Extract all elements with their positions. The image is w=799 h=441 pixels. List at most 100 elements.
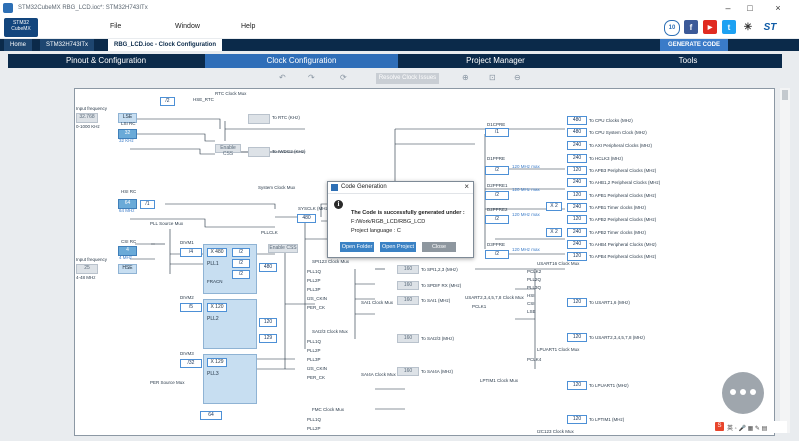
hse-rtc-divider[interactable]: /2 (160, 97, 175, 106)
scrollbar-thumb[interactable] (782, 90, 788, 100)
ime-status: 英 ◦ 🎤 ▦ ✎ ▤ (727, 426, 768, 432)
divm1-selector[interactable]: /4 (180, 248, 202, 257)
pll1q-src-1: PLL1Q (307, 269, 322, 274)
enable-css-button-1[interactable]: Enable CSS (215, 144, 241, 157)
usart2-output: 120 (567, 333, 587, 342)
network-icon[interactable]: ✳ (741, 20, 755, 34)
menu-window[interactable]: Window (175, 23, 200, 30)
divm3-selector[interactable]: /32 (180, 359, 202, 368)
breadcrumb-file[interactable]: RBG_LCD.ioc - Clock Configuration (108, 39, 222, 51)
dialog-close-button[interactable]: Close (422, 242, 456, 252)
anniversary-badge-icon[interactable]: 10 (664, 20, 680, 36)
minimize-button[interactable]: – (718, 0, 738, 16)
pll2-multiplier[interactable]: X 120 (207, 303, 227, 312)
dialog-message: The Code is successfully generated under… (351, 210, 465, 216)
pll2-block: X 120 PLL2 (203, 299, 257, 349)
lpuart1-mux-label: LPUART1 Clock Mux (537, 347, 580, 352)
pll2p-src-2: PLL2P (307, 348, 321, 353)
lptim1-mux-label: LPTIM1 Clock Mux (480, 378, 519, 383)
pll1-multiplier[interactable]: X 480 (207, 248, 227, 257)
enable-css-button-2[interactable]: Enable CSS (268, 244, 298, 253)
resolve-clock-issues-button[interactable]: Resolve Clock Issues (376, 73, 439, 84)
pll3r-output: 129 (259, 334, 277, 343)
hsi-divider[interactable]: /1 (140, 200, 155, 209)
d3ppre-label: D3PPRE (487, 242, 506, 247)
vertical-scrollbar[interactable] (780, 88, 790, 433)
lse-src: LSE (527, 309, 536, 314)
zoom-in-icon[interactable]: ⊕ (462, 73, 469, 82)
hsi-src: HSI (527, 293, 535, 298)
generate-code-button[interactable]: GENERATE CODE (660, 39, 728, 51)
youtube-icon[interactable]: ▶ (703, 20, 717, 34)
d2ppre1-selector[interactable]: /2 (485, 191, 509, 200)
facebook-icon[interactable]: f (684, 20, 698, 34)
pll3-multiplier[interactable]: X 129 (207, 358, 227, 367)
per-clock-value: 64 (200, 411, 222, 420)
input-frequency-range-1: 0-1000 KHz (76, 124, 100, 129)
dialog-close-icon[interactable]: × (464, 182, 469, 191)
usart16-output: 120 (567, 298, 587, 307)
pll3p-src-1: PLL3P (307, 287, 321, 292)
breadcrumb-home[interactable]: Home (4, 39, 33, 51)
tab-pinout-configuration[interactable]: Pinout & Configuration (8, 54, 204, 68)
stm32cubemx-logo: STM32 CubeMX (4, 18, 38, 37)
maximize-button[interactable]: □ (740, 0, 760, 16)
timer-multiplier-2: X 2 (546, 228, 562, 237)
max-label-1: 120 MHz max (512, 164, 540, 169)
d3ppre-selector[interactable]: /2 (485, 250, 509, 259)
to-usart2-label: To USART2,3,4,5,7,8 (MHz) (589, 335, 645, 340)
sai1-mux-label: SAI1 Clock Mux (361, 300, 394, 305)
usart16-mux-label: USART16 Clock Mux (537, 261, 580, 266)
sysclk-value: 480 (297, 214, 316, 223)
chat-bubble-icon[interactable] (722, 372, 764, 414)
twitter-icon[interactable]: t (722, 20, 736, 34)
spi123-output: 160 (397, 265, 419, 274)
max-label-2: 120 MHz max (512, 187, 540, 192)
divq1-selector[interactable]: /2 (232, 259, 250, 268)
divr1-selector[interactable]: /2 (232, 270, 250, 279)
i2s-ckin-src-1: I2S_CKIN (307, 296, 328, 301)
d1ppre-selector[interactable]: /2 (485, 166, 509, 175)
zoom-out-icon[interactable]: ⊖ (514, 73, 521, 82)
to-lpuart1-label: To LPUART1 (MHz) (589, 383, 629, 388)
d2ppre2-selector[interactable]: /2 (485, 215, 509, 224)
pclk4-src: PCLK4 (527, 357, 542, 362)
spi123-mux-label: SPI123 Clock Mux (312, 259, 350, 264)
undo-icon[interactable]: ↶ (279, 73, 286, 82)
tab-clock-configuration[interactable]: Clock Configuration (205, 54, 398, 68)
reset-icon[interactable]: ⟳ (340, 73, 347, 82)
hse-block[interactable]: HSE (118, 264, 137, 274)
breadcrumb-device[interactable]: STM32H743ITx (40, 39, 95, 51)
st-logo-icon[interactable]: ST (760, 20, 780, 34)
pll3p-src-2: PLL3P (307, 357, 321, 362)
pll-source-mux-label: PLL Source Mux (150, 221, 184, 226)
output-label-5: To AHB1,2 Peripheral Clocks (MHz) (589, 180, 661, 185)
clock-tree-canvas: Input frequency 32.768 0-1000 KHz LSE LS… (74, 88, 775, 436)
redo-icon[interactable]: ↷ (308, 73, 315, 82)
i2c123-mux-label: I2C123 Clock Mux (537, 429, 574, 434)
output-label-11: To APB4 Peripheral Clocks (MHz) (589, 254, 657, 259)
tab-tools[interactable]: Tools (594, 54, 782, 68)
output-label-2: To AXI Peripheral Clocks (MHz) (589, 143, 653, 148)
open-project-button[interactable]: Open Project (380, 242, 416, 252)
hse-input-frequency[interactable]: 25 (76, 264, 98, 274)
open-folder-button[interactable]: Open Folder (340, 242, 374, 252)
d1cpre-selector[interactable]: /1 (485, 128, 509, 137)
lse-input-frequency[interactable]: 32.768 (76, 113, 98, 123)
to-sai23-label: To SAI2/3 (MHz) (421, 336, 455, 341)
menu-file[interactable]: File (110, 23, 121, 30)
close-window-button[interactable]: × (768, 0, 788, 16)
tab-project-manager[interactable]: Project Manager (399, 54, 592, 68)
divm2-selector[interactable]: /5 (180, 303, 202, 312)
output-label-6: To APB1 Peripheral Clocks (MHz) (589, 193, 657, 198)
fit-icon[interactable]: ⊡ (489, 73, 496, 82)
ime-toolbar[interactable]: S 英 ◦ 🎤 ▦ ✎ ▤ (713, 421, 787, 433)
output-value-5: 240 (567, 178, 587, 187)
menu-help[interactable]: Help (241, 23, 255, 30)
divp1-selector[interactable]: /2 (232, 248, 250, 257)
iwdg-output (248, 147, 270, 157)
d2ppre2-label: D2PPRE2 (487, 207, 508, 212)
pll1q-src-3: PLL1Q (307, 417, 322, 422)
max-label-4: 120 MHz max (512, 247, 540, 252)
dialog-title-bar: Code Generation × (328, 182, 473, 194)
